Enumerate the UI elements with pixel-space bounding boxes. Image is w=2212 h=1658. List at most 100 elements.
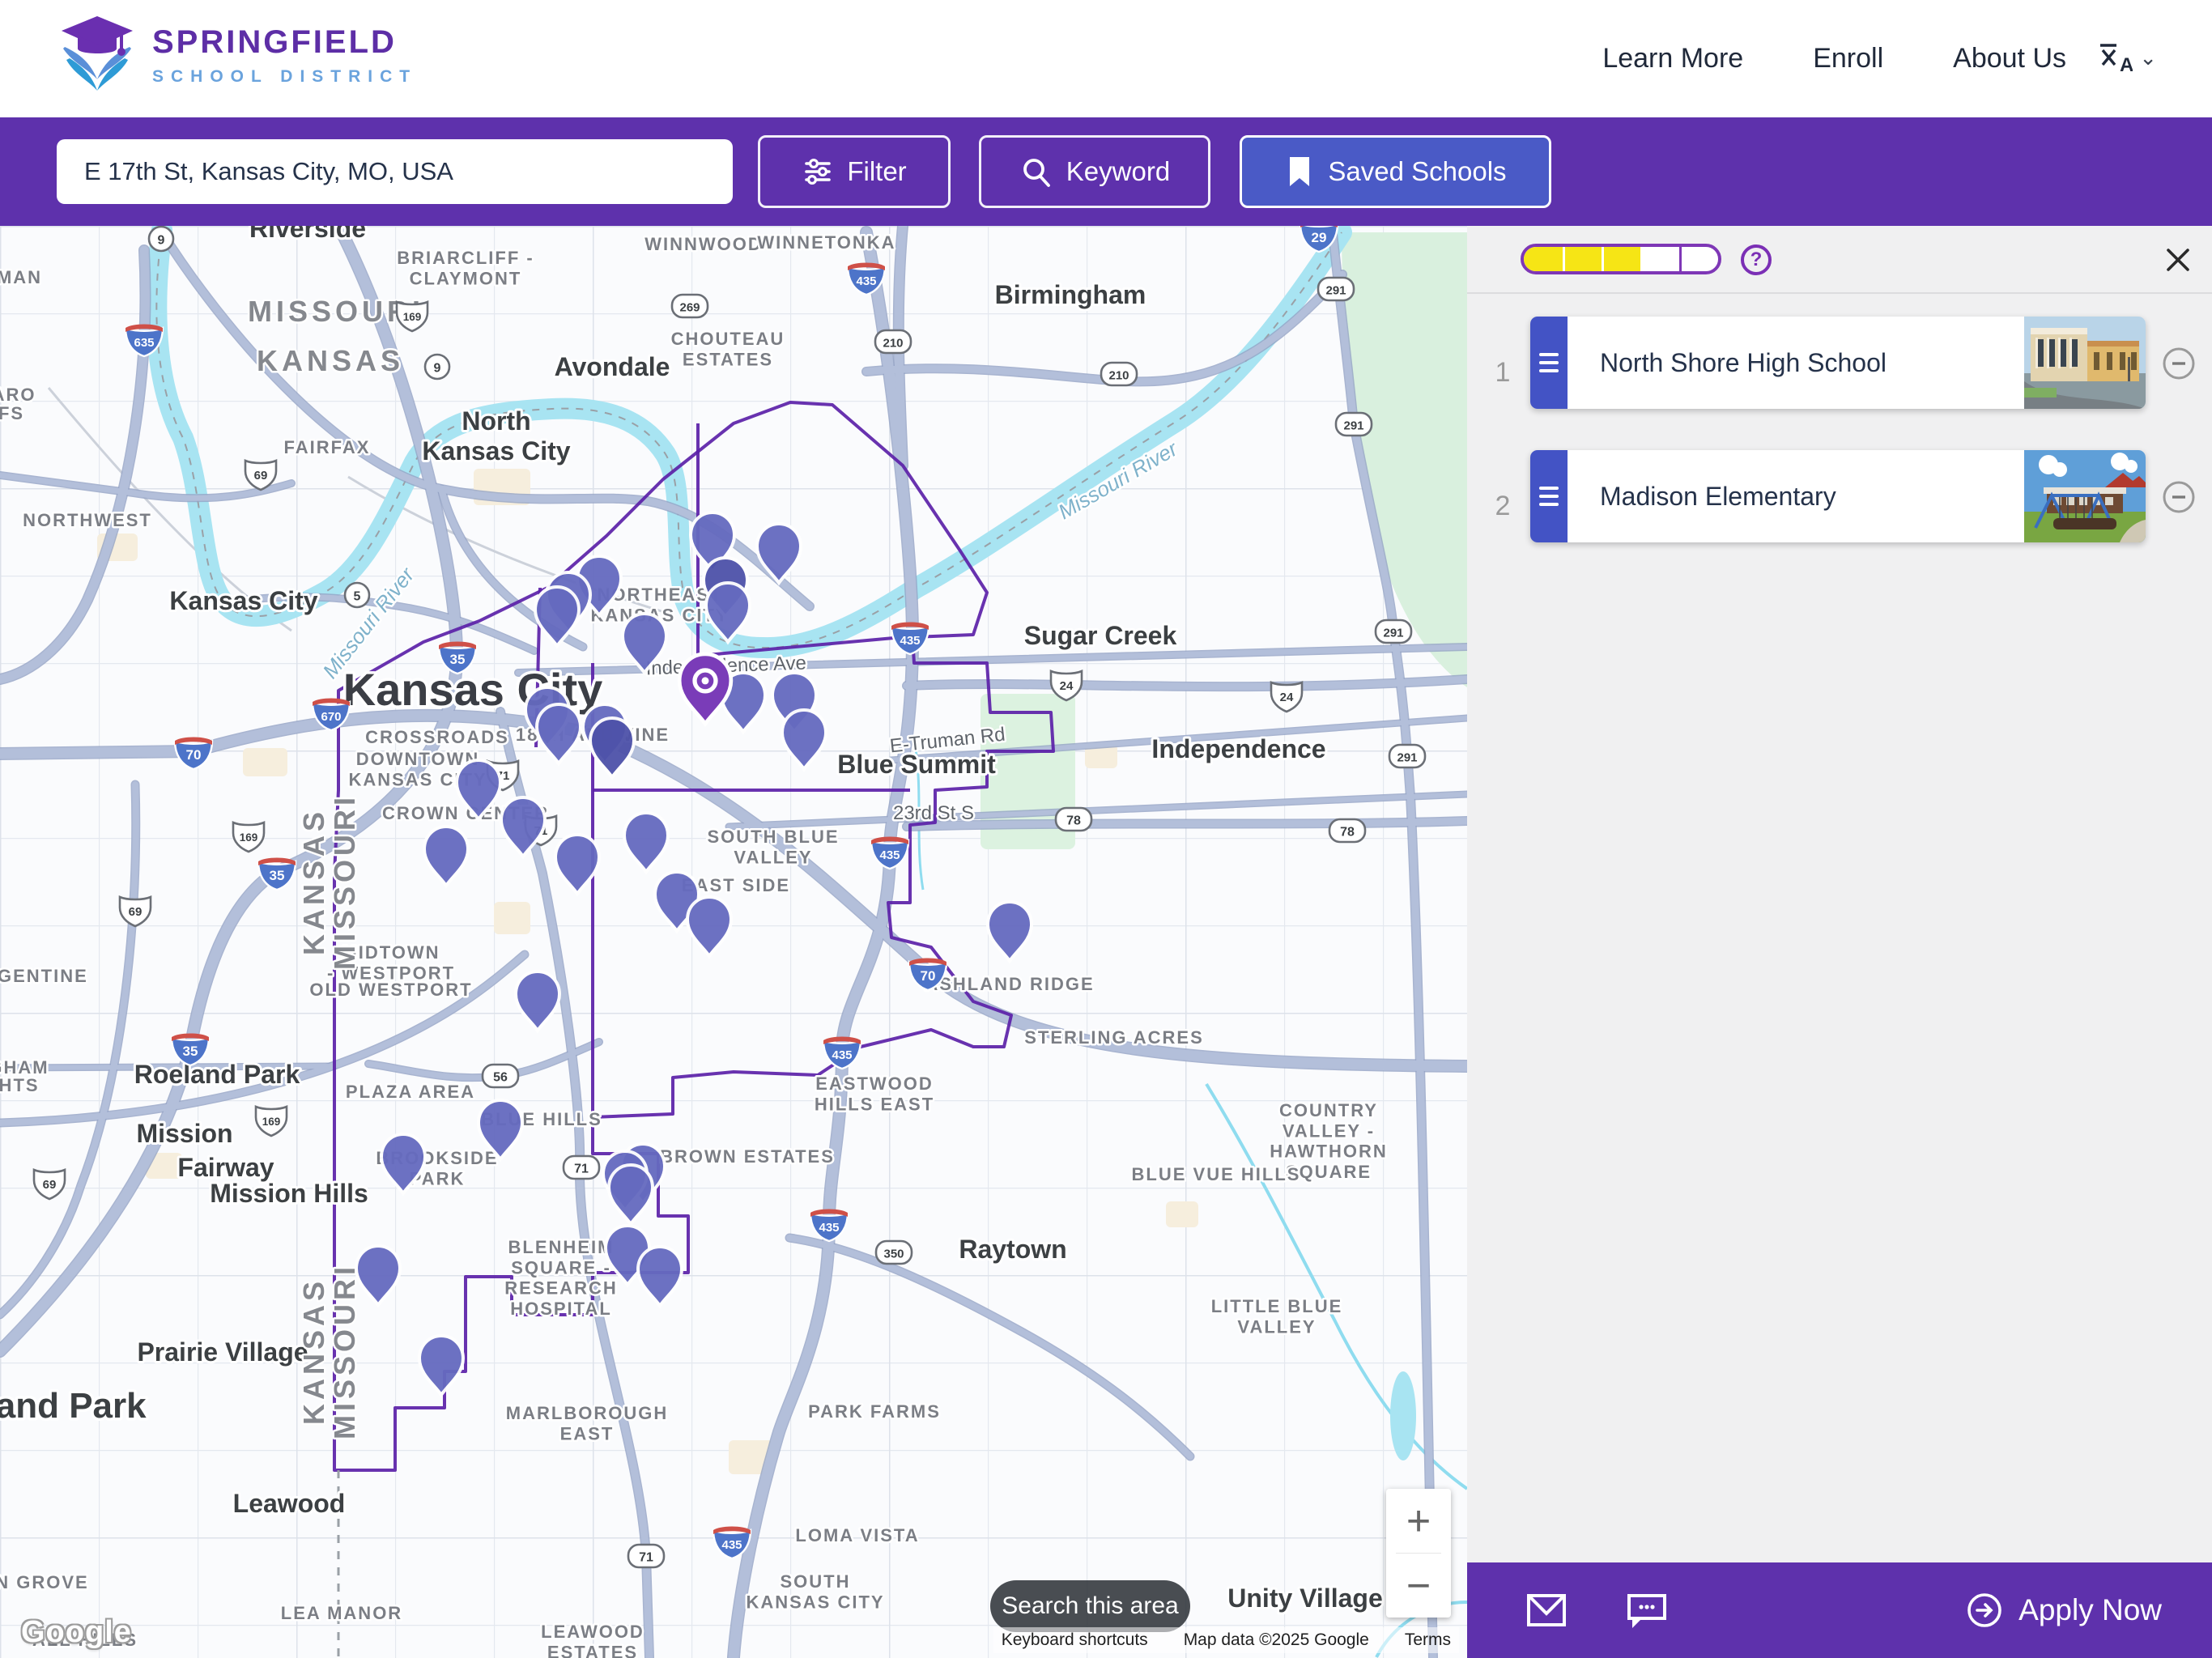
route-shield: 291 [1334, 411, 1373, 437]
school-card[interactable]: Madison Elementary [1530, 450, 2146, 542]
nav-learn-more[interactable]: Learn More [1602, 43, 1743, 74]
saved-schools-label: Saved Schools [1328, 156, 1507, 186]
svg-text:9: 9 [158, 234, 165, 248]
rank-number: 1 [1495, 357, 1511, 388]
svg-text:291: 291 [1397, 751, 1417, 765]
action-bar: Apply Now [1467, 1562, 2212, 1658]
translate-icon: A [2100, 44, 2133, 76]
map-label: Birmingham [995, 280, 1146, 309]
route-shield: 56 [481, 1063, 520, 1089]
map-label: FS [0, 403, 24, 423]
arrow-circle-icon [1967, 1593, 2001, 1627]
map-label: MAN [0, 267, 42, 287]
svg-text:71: 71 [574, 1163, 589, 1176]
svg-text:78: 78 [1340, 826, 1355, 840]
map-canvas[interactable]: Riverside MAN AROFS BRIARCLIFF -CLAYMONT MIS… [0, 226, 1467, 1658]
saved-schools-button[interactable]: Saved Schools [1240, 135, 1551, 208]
map-label: ASHLAND RIDGE [925, 974, 1094, 994]
remove-school-button[interactable] [2162, 346, 2196, 380]
language-selector[interactable]: A ⌄ [2095, 39, 2157, 76]
map-label: 23rd St S [893, 802, 974, 824]
keyword-button[interactable]: Keyword [979, 135, 1210, 208]
help-icon[interactable]: ? [1741, 244, 1772, 275]
school-card[interactable]: North Shore High School [1530, 317, 2146, 409]
map-label: BLUE VUE HILLS [1132, 1164, 1301, 1184]
map-data-copyright: Map data ©2025 Google [1183, 1630, 1369, 1649]
svg-text:35: 35 [450, 652, 466, 667]
drag-handle-icon[interactable] [1530, 450, 1568, 542]
map-label: BLENHEIM SQUARE -RESEARCH HOSPITAL [504, 1237, 617, 1319]
map-label: ARGENTINE [0, 966, 88, 986]
drag-handle-icon[interactable] [1530, 317, 1568, 409]
map-attribution: Keyboard shortcuts Map data ©2025 Google… [993, 1627, 1459, 1653]
map-label: NORTHWEST [23, 510, 152, 530]
route-shield: 9 [147, 226, 175, 253]
svg-text:435: 435 [879, 848, 900, 862]
svg-text:435: 435 [856, 274, 876, 288]
svg-text:35: 35 [183, 1044, 198, 1059]
map-label: rland Park [0, 1386, 147, 1426]
route-shield: 210 [874, 329, 912, 355]
map-label: GHTS [0, 1075, 40, 1095]
chat-icon[interactable] [1626, 1591, 1668, 1630]
svg-text:56: 56 [493, 1071, 508, 1085]
sliders-icon [805, 158, 832, 185]
keyboard-shortcuts-link[interactable]: Keyboard shortcuts [1002, 1630, 1148, 1650]
school-name: Madison Elementary [1600, 481, 1836, 511]
svg-text:670: 670 [321, 710, 341, 724]
map-label: WINNETONKA [757, 232, 895, 253]
terms-link[interactable]: Terms [1405, 1630, 1451, 1650]
close-icon[interactable] [2163, 245, 2193, 274]
svg-text:69: 69 [129, 905, 143, 919]
saved-schools-panel: ? 1 North Shore High School 2 Madison Eleme… [1467, 226, 2212, 1562]
svg-text:291: 291 [1325, 284, 1346, 298]
progress-tick [1640, 247, 1643, 271]
map-label: BROWN ESTATES [660, 1146, 835, 1167]
svg-text:435: 435 [819, 1221, 839, 1235]
svg-text:435: 435 [900, 634, 920, 648]
panel-header: ? [1467, 226, 2212, 294]
map-graphics: Riverside MAN AROFS BRIARCLIFF -CLAYMONT MIS… [0, 226, 1467, 1658]
zoom-in-button[interactable]: + [1386, 1489, 1451, 1553]
map-label: Independence [1151, 734, 1325, 763]
filter-button[interactable]: Filter [758, 135, 951, 208]
zoom-out-button[interactable]: − [1386, 1554, 1451, 1618]
mail-icon[interactable] [1525, 1592, 1568, 1628]
map-label: Roeland Park [134, 1060, 300, 1089]
map-label: Prairie Village [137, 1337, 308, 1367]
district-logo[interactable]: SPRINGFIELD SCHOOL DISTRICT [58, 13, 417, 97]
map-toolbar: Filter Keyword Saved Schools [0, 117, 2212, 226]
progress-tick [1679, 247, 1682, 271]
map-label: N GROVE [0, 1572, 89, 1592]
svg-text:269: 269 [679, 301, 700, 315]
map-label: Leawood [233, 1489, 346, 1518]
logo-icon [62, 16, 133, 91]
logo-text: SPRINGFIELD SCHOOL DISTRICT [152, 24, 417, 87]
school-name: North Shore High School [1600, 347, 1887, 377]
search-this-area-button[interactable]: Search this area [990, 1580, 1190, 1632]
route-shield: 291 [1388, 743, 1427, 769]
top-header: SPRINGFIELD SCHOOL DISTRICT Learn More E… [0, 0, 2212, 117]
progress-tick [1563, 247, 1565, 271]
nav-about-us[interactable]: About Us [1953, 43, 2066, 74]
school-photo [2024, 450, 2146, 542]
apply-now-button[interactable]: Apply Now [1965, 1591, 2162, 1630]
address-search-input[interactable] [57, 139, 733, 204]
svg-text:169: 169 [403, 311, 422, 323]
route-shield: 78 [1054, 806, 1093, 832]
map-label: EASTWOOD HILLS EAST [815, 1073, 934, 1114]
route-shield: 291 [1317, 276, 1355, 302]
map-label: FAIRFAX [284, 437, 371, 457]
remove-school-button[interactable] [2162, 480, 2196, 514]
map-label: STERLING ACRES [1024, 1027, 1204, 1048]
map-label: Avondale [555, 352, 670, 381]
map-label: Fairway [177, 1153, 274, 1182]
nav-enroll[interactable]: Enroll [1813, 43, 1883, 74]
svg-text:169: 169 [240, 831, 258, 844]
svg-text:5: 5 [354, 590, 361, 604]
svg-text:69: 69 [43, 1178, 57, 1192]
map-label: WINNWOOD [644, 234, 763, 254]
logo-subtitle: SCHOOL DISTRICT [152, 66, 418, 86]
saved-school-row: 1 North Shore High School [1467, 317, 2212, 427]
svg-text:70: 70 [186, 747, 202, 763]
